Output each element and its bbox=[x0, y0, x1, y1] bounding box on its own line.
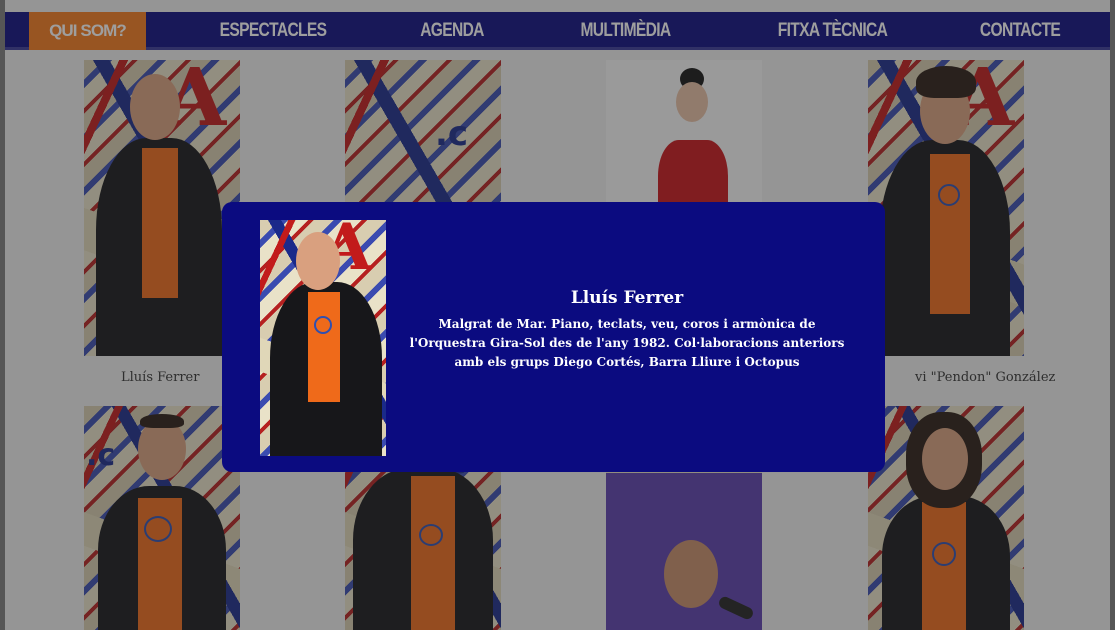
member-shirt bbox=[308, 292, 340, 402]
modal-text: Lluís Ferrer Malgrat de Mar. Piano, tecl… bbox=[402, 288, 852, 372]
member-face bbox=[296, 232, 340, 290]
modal-member-description: Malgrat de Mar. Piano, teclats, veu, cor… bbox=[409, 317, 845, 369]
shirt-logo-icon bbox=[314, 316, 332, 334]
member-detail-modal: A Lluís Ferrer Malgrat de Mar. Piano, te… bbox=[222, 202, 885, 472]
modal-member-photo: A bbox=[260, 220, 386, 456]
modal-member-name: Lluís Ferrer bbox=[570, 288, 684, 308]
